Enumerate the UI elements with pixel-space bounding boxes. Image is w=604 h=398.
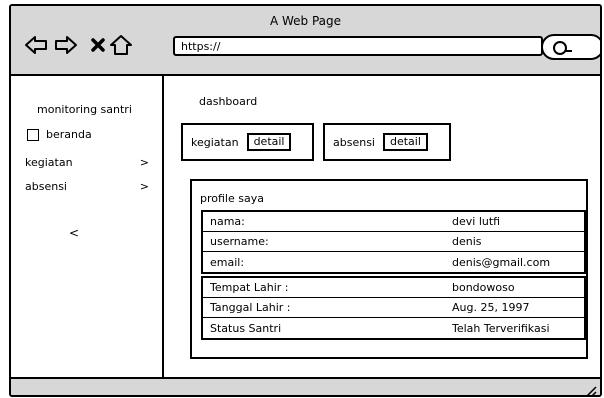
field-label: Tempat Lahir : (210, 281, 289, 294)
window-title: A Web Page (269, 14, 342, 28)
card-label: kegiatan (191, 135, 239, 149)
sidebar: monitoring santri beranda kegiatan > abs… (11, 76, 164, 377)
field-value: Aug. 25, 1997 (452, 301, 530, 314)
search-icon (553, 41, 572, 55)
table-row: email: denis@gmail.com (203, 252, 584, 272)
sidebar-item-label: absensi (25, 180, 67, 193)
field-label: username: (210, 235, 269, 248)
sidebar-item-label: kegiatan (25, 156, 73, 169)
detail-absensi-button[interactable]: detail (382, 133, 428, 151)
profile-account-group: nama: devi lutfi username: denis email: … (201, 210, 586, 274)
main-content: dashboard kegiatan detail absensi detail… (166, 76, 600, 377)
url-input[interactable]: https:// (173, 36, 543, 56)
sidebar-item-beranda[interactable]: beranda (27, 128, 92, 141)
browser-toolbar: A Web Page https:// (11, 6, 600, 76)
sidebar-title: monitoring santri (37, 103, 132, 116)
detail-kegiatan-button[interactable]: detail (246, 133, 292, 151)
status-bar (11, 377, 600, 397)
profile-personal-group: Tempat Lahir : bondowoso Tanggal Lahir :… (201, 276, 586, 340)
table-row: username: denis (203, 232, 584, 252)
collapse-sidebar-button[interactable]: < (69, 226, 79, 240)
card-absensi: absensi detail (323, 123, 451, 161)
chevron-right-icon: > (139, 180, 149, 193)
table-row: Tanggal Lahir : Aug. 25, 1997 (203, 298, 584, 318)
field-value: denis (452, 235, 482, 248)
field-value: denis@gmail.com (452, 255, 551, 269)
browser-window: A Web Page https:// monitoring santri be… (9, 4, 602, 397)
field-value: bondowoso (452, 281, 515, 294)
field-label: Status Santri (210, 321, 282, 335)
search-button[interactable] (541, 34, 600, 60)
sidebar-item-kegiatan[interactable]: kegiatan > (25, 156, 149, 169)
field-label: nama: (210, 215, 245, 228)
resize-grip-icon[interactable] (583, 383, 597, 397)
table-row: nama: devi lutfi (203, 212, 584, 232)
back-arrow-icon[interactable] (23, 32, 49, 58)
beranda-label: beranda (46, 128, 92, 141)
chevron-right-icon: > (139, 156, 149, 169)
field-label: email: (210, 255, 245, 269)
page-title: dashboard (199, 95, 258, 108)
profile-panel: profile saya nama: devi lutfi username: … (190, 179, 588, 359)
field-value: Telah Terverifikasi (452, 321, 550, 335)
home-icon[interactable] (108, 32, 134, 58)
field-value: devi lutfi (452, 215, 501, 228)
forward-arrow-icon[interactable] (53, 32, 79, 58)
field-label: Tanggal Lahir : (210, 301, 291, 314)
profile-title: profile saya (200, 192, 264, 205)
table-row: Status Santri Telah Terverifikasi (203, 318, 584, 338)
table-row: Tempat Lahir : bondowoso (203, 278, 584, 298)
card-label: absensi (333, 135, 375, 149)
sidebar-item-absensi[interactable]: absensi > (25, 180, 149, 193)
beranda-checkbox[interactable] (27, 128, 39, 141)
card-kegiatan: kegiatan detail (181, 123, 314, 161)
